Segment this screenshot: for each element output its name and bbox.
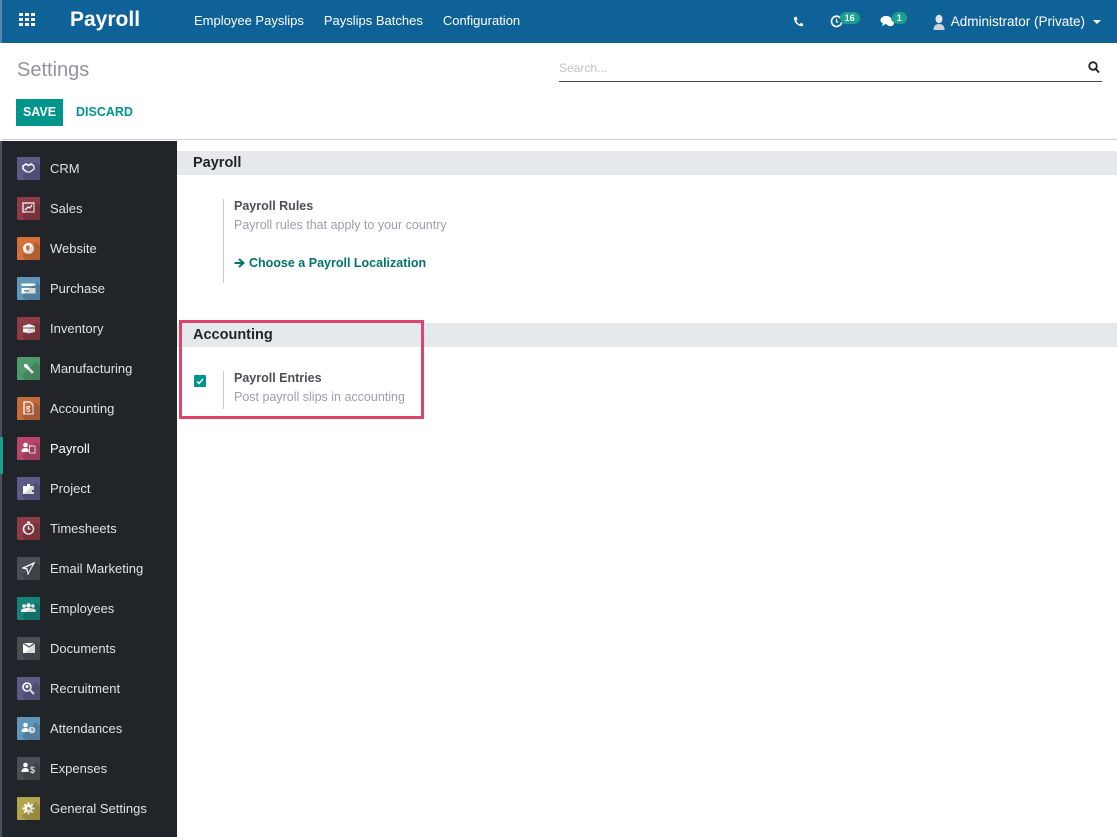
systray: 16 1 Administrator (Private) (793, 0, 1117, 43)
sidebar-item-label: Employees (50, 600, 115, 616)
sidebar-item-website[interactable]: Website (2, 228, 177, 268)
menu-configuration[interactable]: Configuration (443, 13, 520, 28)
payroll-icon (17, 436, 40, 460)
sidebar-item-label: Attendances (50, 720, 123, 736)
sidebar-item-label: General Settings (50, 800, 147, 816)
invoice-icon: $ (17, 396, 40, 420)
sidebar-item-label: CRM (50, 160, 80, 176)
sidebar-item-manufacturing[interactable]: Manufacturing (2, 348, 177, 388)
user-dollar-icon: $ (17, 756, 40, 780)
sidebar-item-label: Email Marketing (50, 560, 144, 576)
top-navbar: Payroll Employee Payslips Payslips Batch… (0, 0, 1117, 43)
messages-button[interactable]: 1 (880, 11, 907, 28)
sidebar-item-recruitment[interactable]: Recruitment (2, 668, 177, 708)
main-menu: Employee Payslips Payslips Batches Confi… (194, 13, 520, 28)
sidebar-item-sales[interactable]: Sales (2, 188, 177, 228)
control-panel: Settings SAVE DISCARD (2, 43, 1117, 140)
folder-icon (17, 636, 40, 660)
gear-icon (17, 796, 40, 820)
handshake-icon (17, 156, 40, 180)
user-menu[interactable]: Administrator (Private) (933, 14, 1101, 30)
chart-icon (17, 196, 40, 220)
menu-employee-payslips[interactable]: Employee Payslips (194, 13, 304, 28)
users-icon (17, 596, 40, 620)
link-label: Choose a Payroll Localization (249, 256, 427, 270)
sidebar-item-label: Inventory (50, 320, 104, 336)
phone-icon (793, 16, 803, 27)
activities-button[interactable]: 16 (830, 11, 860, 28)
sidebar-item-label: Recruitment (50, 680, 121, 696)
app-title[interactable]: Payroll (70, 8, 140, 32)
paper-plane-icon (17, 556, 40, 580)
sidebar-item-label: Project (50, 480, 91, 496)
user-name: Administrator (Private) (950, 14, 1085, 29)
page-title: Settings (17, 59, 90, 81)
search-bar (559, 57, 1102, 82)
sidebar-item-label: Manufacturing (50, 360, 133, 376)
sidebar-item-purchase[interactable]: Purchase (2, 268, 177, 308)
sidebar-item-label: Accounting (50, 400, 115, 416)
sidebar-item-attendances[interactable]: Attendances (2, 708, 177, 748)
sidebar-item-payroll[interactable]: Payroll (0, 428, 177, 474)
settings-content: Payroll Payroll Rules Payroll rules that… (177, 141, 1117, 837)
activities-count-badge: 16 (839, 11, 860, 24)
svg-text:$: $ (26, 405, 31, 414)
setting-description: Post payroll slips in accounting (234, 390, 405, 404)
search-icon[interactable] (1088, 61, 1100, 74)
sidebar-item-project[interactable]: Project (2, 468, 177, 508)
sidebar-item-expenses[interactable]: $ Expenses (2, 748, 177, 788)
sidebar-item-documents[interactable]: Documents (2, 628, 177, 668)
puzzle-icon (17, 476, 40, 500)
wrench-icon (17, 356, 40, 380)
discard-button[interactable]: DISCARD (76, 99, 133, 126)
section-title-accounting: Accounting (177, 323, 1117, 347)
sidebar-item-label: Documents (50, 640, 116, 656)
setting-payroll-entries: Payroll Entries Post payroll slips in ac… (223, 371, 405, 409)
sidebar-item-employees[interactable]: Employees (2, 588, 177, 628)
choose-localization-link[interactable]: Choose a Payroll Localization (234, 256, 447, 270)
phone-button[interactable] (793, 16, 804, 27)
checkmark-icon (196, 378, 204, 385)
box-icon (17, 316, 40, 340)
menu-payslips-batches[interactable]: Payslips Batches (324, 13, 423, 28)
search-input[interactable] (559, 57, 1059, 79)
sidebar-item-label: Payroll (50, 440, 90, 456)
sidebar-item-label: Sales (50, 200, 83, 216)
setting-title: Payroll Rules (234, 199, 314, 213)
apps-menu-icon[interactable] (19, 13, 37, 29)
sidebar-item-general-settings[interactable]: General Settings (2, 788, 177, 828)
stopwatch-icon (17, 516, 40, 540)
sidebar-item-email-marketing[interactable]: Email Marketing (2, 548, 177, 588)
setting-description: Payroll rules that apply to your country (234, 218, 447, 232)
sidebar-item-label: Timesheets (50, 520, 117, 536)
caret-down-icon (1093, 19, 1101, 24)
sidebar-item-inventory[interactable]: Inventory (2, 308, 177, 348)
user-clock-icon (17, 716, 40, 740)
sidebar-item-timesheets[interactable]: Timesheets (2, 508, 177, 548)
sidebar-item-crm[interactable]: CRM (2, 148, 177, 188)
sidebar-item-label: Purchase (50, 280, 105, 296)
sidebar-item-label: Expenses (50, 760, 108, 776)
credit-card-icon (17, 276, 40, 300)
settings-sidebar: CRM Sales Website Purchase Inventory Man… (0, 141, 177, 837)
sidebar-item-accounting[interactable]: $ Accounting (2, 388, 177, 428)
arrow-right-icon (234, 258, 245, 268)
section-title-payroll: Payroll (177, 151, 1117, 175)
svg-text:$: $ (30, 765, 35, 774)
save-button[interactable]: SAVE (16, 99, 63, 126)
search-user-icon (17, 676, 40, 700)
globe-icon (17, 236, 40, 260)
payroll-entries-checkbox[interactable] (194, 375, 206, 387)
user-avatar-icon (933, 14, 945, 30)
messages-count-badge: 1 (891, 11, 907, 24)
setting-payroll-rules: Payroll Rules Payroll rules that apply t… (223, 199, 447, 283)
setting-title: Payroll Entries (234, 371, 322, 385)
sidebar-item-label: Website (50, 240, 97, 256)
